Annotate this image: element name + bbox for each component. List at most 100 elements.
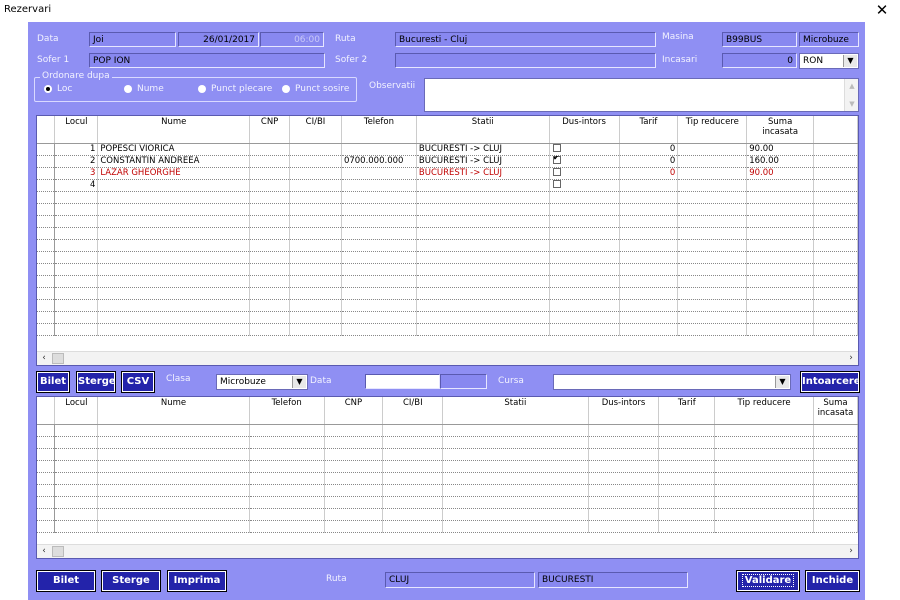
table-cell-tip[interactable]	[677, 239, 748, 252]
table-cell[interactable]	[97, 484, 250, 497]
table-cell-tip[interactable]	[677, 287, 748, 300]
col-telefon[interactable]: Telefon	[341, 116, 417, 144]
table-cell[interactable]	[813, 496, 858, 509]
col-cnp[interactable]: CNP	[249, 116, 291, 144]
table-cell[interactable]	[714, 508, 814, 521]
csv-button[interactable]: CSV	[121, 371, 155, 393]
table-cell-cnp[interactable]	[249, 299, 291, 312]
radio-punct-sosire[interactable]: Punct sosire	[282, 84, 349, 94]
validare-button[interactable]: Validare	[736, 570, 800, 592]
table-cell-tip[interactable]	[677, 299, 748, 312]
table-cell-tip[interactable]	[677, 191, 748, 204]
table-cell-loc[interactable]	[54, 251, 99, 264]
table-row[interactable]	[37, 299, 858, 312]
table-cell-tel[interactable]: 0700.000.000	[341, 155, 417, 168]
day-field[interactable]: Joi	[89, 32, 176, 47]
radio-loc[interactable]: Loc	[44, 84, 72, 94]
table-cell-nume[interactable]	[97, 191, 251, 204]
table-cell[interactable]	[324, 424, 384, 437]
table-cell-tip[interactable]	[677, 323, 748, 336]
bilet-button-top[interactable]: Bilet	[36, 371, 70, 393]
table-cell[interactable]	[324, 448, 384, 461]
table-cell-tel[interactable]	[341, 239, 417, 252]
table-cell[interactable]	[714, 424, 814, 437]
table-cell-statii[interactable]	[416, 299, 550, 312]
table-cell-cnp[interactable]	[249, 263, 291, 276]
table-cell[interactable]	[324, 436, 384, 449]
table-cell-tip[interactable]	[677, 263, 748, 276]
sterge-button-top[interactable]: Sterge	[76, 371, 116, 393]
table-cell-ci[interactable]	[289, 287, 342, 300]
table-row[interactable]	[37, 508, 858, 521]
table-cell-tel[interactable]	[341, 323, 417, 336]
table-cell-cnp[interactable]	[249, 251, 291, 264]
data-field-middle[interactable]	[365, 374, 440, 389]
table-cell[interactable]	[382, 436, 444, 449]
table-cell-tip[interactable]	[677, 215, 748, 228]
table-cell[interactable]	[588, 448, 660, 461]
row-indicator[interactable]	[37, 263, 56, 276]
table-cell-ci[interactable]	[289, 179, 342, 192]
table-cell[interactable]	[813, 520, 858, 533]
table-cell-loc[interactable]	[54, 299, 99, 312]
table-cell-dus[interactable]	[549, 251, 620, 264]
table-cell[interactable]	[54, 448, 99, 461]
table-cell[interactable]	[54, 472, 99, 485]
table-cell-tarif[interactable]	[619, 311, 679, 324]
table-row[interactable]	[37, 311, 858, 324]
table-cell[interactable]	[249, 424, 325, 437]
col-nume[interactable]: Nume	[97, 116, 251, 144]
table-row[interactable]: 1 POPESCI VIORICA BUCURESTI -> CLUJ 0 90.00	[37, 143, 858, 156]
row-indicator[interactable]	[37, 472, 56, 485]
table-cell[interactable]	[588, 436, 660, 449]
table-cell[interactable]	[714, 472, 814, 485]
table-cell-nume[interactable]	[97, 275, 251, 288]
masina-field[interactable]: B99BUS	[722, 32, 797, 47]
row-indicator[interactable]	[37, 215, 56, 228]
table-cell[interactable]	[813, 424, 858, 437]
table-cell[interactable]	[249, 472, 325, 485]
sofer1-field[interactable]: POP ION	[89, 53, 325, 68]
dus-intors-checkbox[interactable]	[552, 144, 561, 152]
table-cell-tip[interactable]	[677, 155, 748, 168]
table-cell-ci[interactable]	[289, 167, 342, 180]
table-cell-statii[interactable]	[416, 311, 550, 324]
table-cell[interactable]	[588, 472, 660, 485]
table-cell-cnp[interactable]	[249, 179, 291, 192]
col-telefon[interactable]: Telefon	[249, 397, 325, 425]
table-cell-tarif[interactable]	[619, 179, 679, 192]
table-row[interactable]	[37, 287, 858, 300]
table-cell-tarif[interactable]	[619, 203, 679, 216]
table-cell[interactable]	[249, 520, 325, 533]
table-cell-dus[interactable]	[549, 275, 620, 288]
close-icon[interactable]: ✕	[870, 1, 894, 19]
table-cell-cnp[interactable]	[249, 143, 291, 156]
table-cell[interactable]	[249, 508, 325, 521]
table-cell-ci[interactable]	[289, 323, 342, 336]
table-cell[interactable]	[97, 460, 250, 473]
table-cell-nume[interactable]: LAZAR GHEORGHE	[97, 167, 251, 180]
cursa-select[interactable]: ▼	[553, 374, 791, 390]
table-cell[interactable]	[813, 484, 858, 497]
table-cell-cnp[interactable]	[249, 287, 291, 300]
col-locul[interactable]: Locul	[54, 116, 99, 144]
col-suma-incasata[interactable]: Suma incasata	[813, 397, 858, 425]
table-cell-suma[interactable]	[746, 311, 815, 324]
table-cell-suma[interactable]	[746, 251, 815, 264]
row-indicator[interactable]	[37, 251, 56, 264]
col-dus-intors[interactable]: Dus-intors	[549, 116, 620, 144]
table-cell-nume[interactable]: CONSTANTIN ANDREEA	[97, 155, 251, 168]
table-cell-cnp[interactable]	[249, 275, 291, 288]
ruta-to-field[interactable]: BUCURESTI	[538, 572, 688, 588]
observatii-scrollbar[interactable]: ▲ ▼	[844, 79, 858, 111]
table-cell-suma[interactable]	[746, 287, 815, 300]
radio-punct-plecare[interactable]: Punct plecare	[198, 84, 272, 94]
table-cell-loc[interactable]	[54, 215, 99, 228]
row-indicator[interactable]	[37, 239, 56, 252]
table-cell-loc[interactable]	[54, 239, 99, 252]
table-cell[interactable]	[658, 496, 716, 509]
row-indicator[interactable]	[37, 484, 56, 497]
table-cell[interactable]	[382, 508, 444, 521]
table-cell[interactable]	[658, 484, 716, 497]
table-cell[interactable]	[714, 436, 814, 449]
